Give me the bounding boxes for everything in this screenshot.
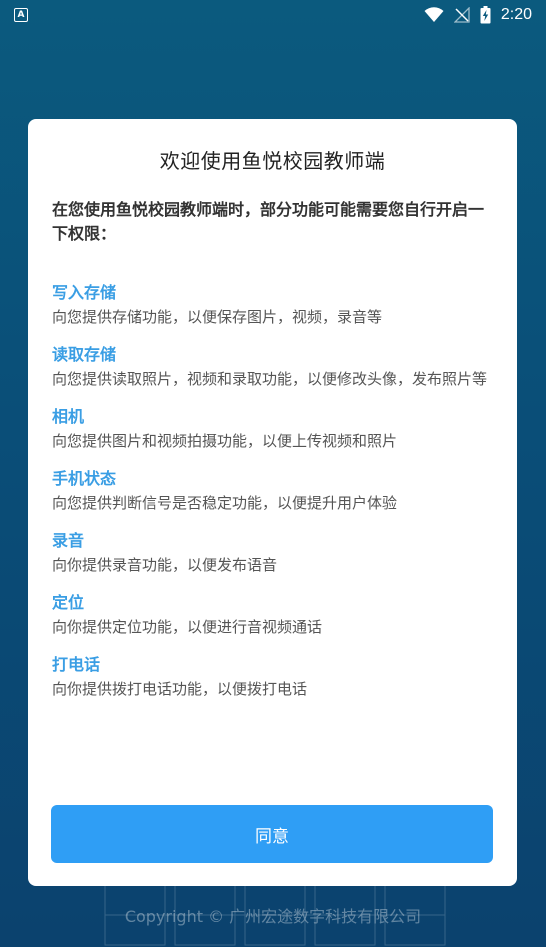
battery-charging-icon	[480, 6, 491, 24]
permission-title: 写入存储	[52, 283, 117, 302]
permission-item-camera: 相机 向您提供图片和视频拍摄功能，以便上传视频和照片	[52, 406, 493, 452]
permission-title: 手机状态	[52, 469, 117, 488]
dialog-title: 欢迎使用鱼悦校园教师端	[159, 149, 386, 173]
permission-item-read-storage: 读取存储 向您提供读取照片，视频和录取功能，以便修改头像，发布照片等	[52, 344, 493, 390]
dialog-intro: 在您使用鱼悦校园教师端时，部分功能可能需要您自行开启一下权限：	[52, 200, 485, 243]
permission-desc: 向您提供读取照片，视频和录取功能，以便修改头像，发布照片等	[52, 370, 488, 388]
permission-desc: 向你提供拨打电话功能，以便拨打电话	[52, 680, 308, 698]
app-notification-letter: A	[17, 9, 25, 20]
permission-item-record-audio: 录音 向你提供录音功能，以便发布语音	[52, 530, 493, 576]
permission-title: 读取存储	[52, 345, 117, 364]
permission-item-phone-state: 手机状态 向您提供判断信号是否稳定功能，以便提升用户体验	[52, 468, 493, 514]
permission-desc: 向您提供图片和视频拍摄功能，以便上传视频和照片	[52, 432, 398, 450]
wifi-icon	[424, 7, 444, 22]
permission-desc: 向您提供判断信号是否稳定功能，以便提升用户体验	[52, 494, 398, 512]
no-signal-icon	[453, 7, 470, 23]
permission-item-call-phone: 打电话 向你提供拨打电话功能，以便拨打电话	[52, 654, 493, 700]
permission-title: 打电话	[52, 655, 101, 674]
status-left: A	[14, 8, 28, 22]
app-notification-icon: A	[14, 8, 28, 22]
permission-desc: 向你提供定位功能，以便进行音视频通话	[52, 618, 323, 636]
status-time: 2:20	[500, 6, 532, 23]
status-bar: A 2:20	[0, 0, 546, 30]
permission-list: 写入存储 向您提供存储功能，以便保存图片，视频，录音等 读取存储 向您提供读取照…	[52, 282, 493, 700]
copyright-text: Copyright © 广州宏途数字科技有限公司	[124, 907, 422, 926]
status-right: 2:20	[424, 6, 532, 24]
permission-title: 录音	[52, 531, 85, 550]
permission-desc: 向您提供存储功能，以便保存图片，视频，录音等	[52, 308, 383, 326]
permission-title: 定位	[52, 593, 85, 612]
permission-desc: 向你提供录音功能，以便发布语音	[52, 556, 278, 574]
permission-title: 相机	[52, 407, 85, 426]
permission-dialog: 欢迎使用鱼悦校园教师端 在您使用鱼悦校园教师端时，部分功能可能需要您自行开启一下…	[28, 119, 517, 886]
permission-item-write-storage: 写入存储 向您提供存储功能，以便保存图片，视频，录音等	[52, 282, 493, 328]
permission-item-location: 定位 向你提供定位功能，以便进行音视频通话	[52, 592, 493, 638]
agree-button[interactable]: 同意	[51, 805, 493, 863]
